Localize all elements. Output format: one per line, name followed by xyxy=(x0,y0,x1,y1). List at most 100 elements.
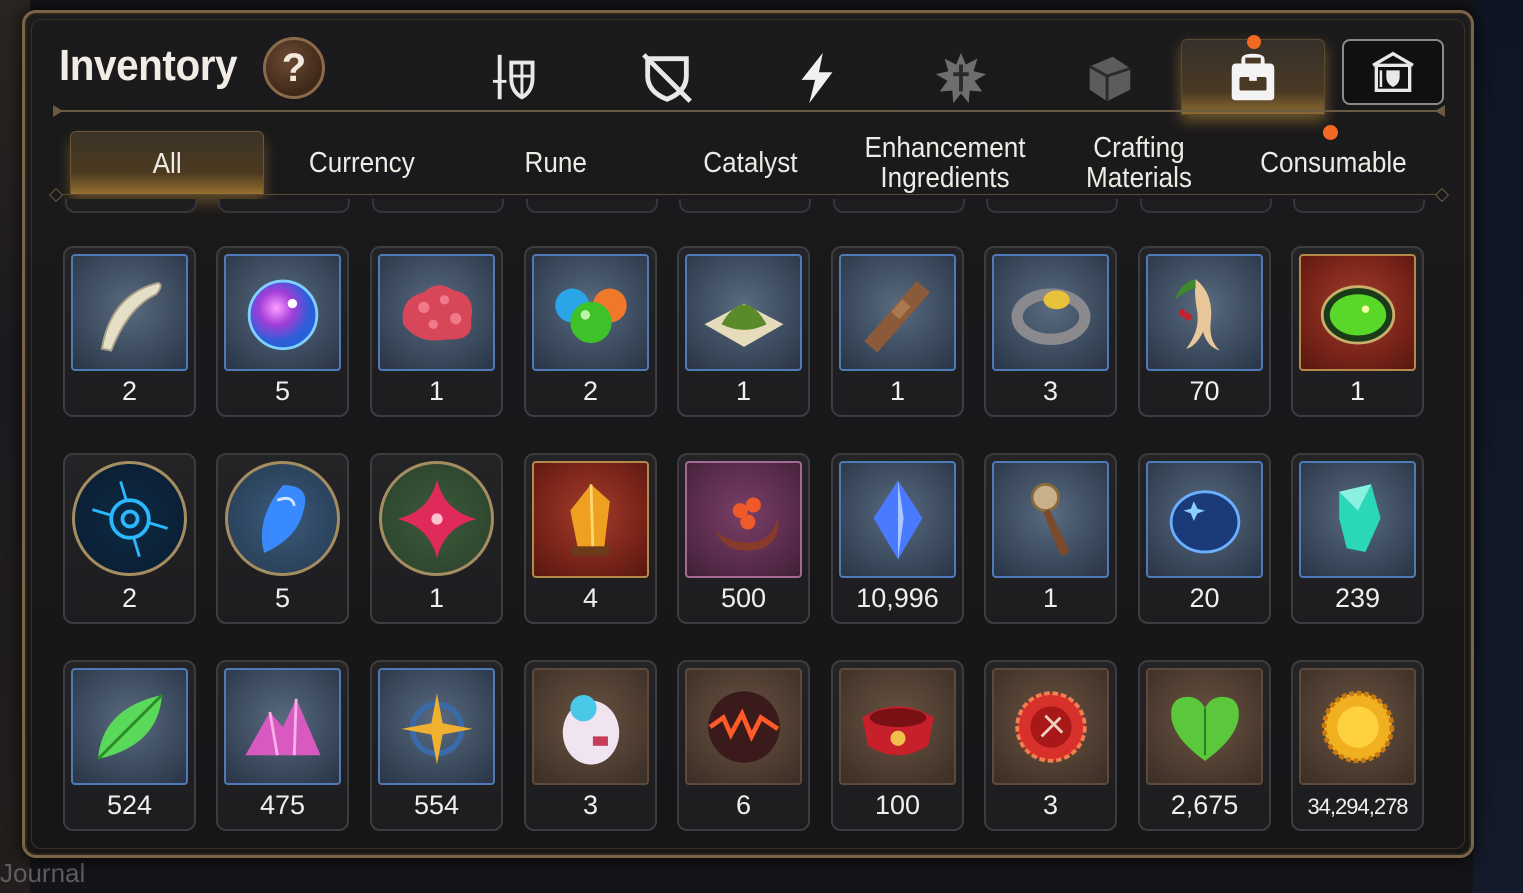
item-slot[interactable]: 5 xyxy=(216,453,349,624)
red-seal-icon xyxy=(1014,690,1087,763)
item-slot[interactable]: 239 xyxy=(1291,453,1424,624)
item-frame xyxy=(1299,254,1416,371)
item-slot[interactable]: 524 xyxy=(63,660,196,831)
item-slot[interactable]: 20 xyxy=(1138,453,1271,624)
item-frame xyxy=(1299,461,1416,578)
category-armory[interactable] xyxy=(1342,39,1444,105)
item-slot[interactable]: 5 xyxy=(216,246,349,417)
backpack-icon xyxy=(1231,53,1275,101)
item-count: 239 xyxy=(1334,583,1381,613)
item-count: 10,996 xyxy=(856,583,939,613)
item-slot[interactable]: 4 xyxy=(524,453,657,624)
item-frame xyxy=(71,254,188,371)
tab-crafting-materials[interactable]: Crafting Materials xyxy=(1059,131,1219,195)
item-count: 1 xyxy=(428,583,445,613)
cutoff-item xyxy=(1293,199,1425,213)
tab-catalyst[interactable]: Catalyst xyxy=(655,131,845,195)
cutoff-item xyxy=(986,199,1118,213)
compass-dagger-icon xyxy=(1030,482,1070,556)
cutoff-item xyxy=(1140,199,1272,213)
item-count: 100 xyxy=(874,790,921,820)
item-frame xyxy=(72,461,187,576)
green-powder-icon xyxy=(704,303,783,347)
tab-currency[interactable]: Currency xyxy=(267,131,457,195)
cutoff-item xyxy=(679,199,811,213)
slime-orbs-icon xyxy=(554,288,627,343)
item-count: 34,294,278 xyxy=(1307,794,1408,819)
ginseng-root-icon xyxy=(1174,278,1220,351)
tab-consumable[interactable]: Consumable xyxy=(1235,131,1431,195)
item-slot[interactable]: 3 xyxy=(984,246,1117,417)
tab-rune[interactable]: Rune xyxy=(461,131,651,195)
item-count: 524 xyxy=(106,790,153,820)
cube-icon xyxy=(1088,56,1131,102)
blue-diamond-icon xyxy=(873,480,922,559)
blue-crystal-shard-icon xyxy=(261,484,305,553)
item-slot[interactable]: 1 xyxy=(370,453,503,624)
item-frame xyxy=(1146,461,1263,578)
item-slot[interactable]: 34,294,278 xyxy=(1291,660,1424,831)
item-count: 1 xyxy=(1042,583,1059,613)
item-count: 2 xyxy=(121,376,138,406)
splat-cross-icon xyxy=(935,52,987,104)
item-frame xyxy=(839,668,956,785)
item-count: 3 xyxy=(1042,376,1059,406)
item-slot[interactable]: 1 xyxy=(984,453,1117,624)
item-slot[interactable]: 70 xyxy=(1138,246,1271,417)
background-right-edge xyxy=(1473,0,1523,893)
tab-all[interactable]: All xyxy=(70,131,264,195)
item-slot[interactable]: 1 xyxy=(831,246,964,417)
category-skill[interactable] xyxy=(777,41,857,115)
category-defense[interactable] xyxy=(627,41,707,115)
item-slot[interactable]: 500 xyxy=(677,453,810,624)
item-slot[interactable]: 3 xyxy=(524,660,657,831)
item-slot[interactable]: 2 xyxy=(63,246,196,417)
item-slot[interactable]: 1 xyxy=(677,246,810,417)
category-weapon-armor[interactable] xyxy=(479,41,559,115)
item-frame xyxy=(71,668,188,785)
item-slot[interactable]: 2,675 xyxy=(1138,660,1271,831)
item-frame xyxy=(378,668,495,785)
item-frame xyxy=(379,461,494,576)
item-count: 4 xyxy=(582,583,599,613)
item-slot[interactable]: 2 xyxy=(63,453,196,624)
item-frame xyxy=(532,254,649,371)
no-shield-icon xyxy=(642,53,692,103)
item-slot[interactable]: 554 xyxy=(370,660,503,831)
leather-strap-icon xyxy=(863,280,930,352)
inventory-notification-dot xyxy=(1247,35,1261,49)
category-special[interactable] xyxy=(921,41,1001,115)
item-frame xyxy=(685,461,802,578)
gold-coin-icon xyxy=(1321,690,1394,763)
item-frame xyxy=(839,254,956,371)
tabs-divider xyxy=(55,194,1443,195)
robot-egg-icon xyxy=(562,694,619,765)
item-frame xyxy=(992,668,1109,785)
item-slot[interactable]: 1 xyxy=(1291,246,1424,417)
item-slot[interactable]: 6 xyxy=(677,660,810,831)
cutoff-item xyxy=(65,199,197,213)
cutoff-item xyxy=(372,199,504,213)
inventory-window: Inventory ? All Currency Rune Catalyst E… xyxy=(22,10,1474,858)
item-frame xyxy=(1299,668,1416,785)
item-count: 5 xyxy=(274,583,291,613)
item-slot[interactable]: 2 xyxy=(524,246,657,417)
item-count: 70 xyxy=(1189,376,1220,406)
item-count: 1 xyxy=(428,376,445,406)
armory-shop-icon xyxy=(1372,51,1414,93)
help-button[interactable]: ? xyxy=(263,37,325,99)
item-slot[interactable]: 1 xyxy=(370,246,503,417)
category-inventory[interactable] xyxy=(1181,39,1325,115)
cutoff-item xyxy=(833,199,965,213)
item-frame xyxy=(225,461,340,576)
category-box[interactable] xyxy=(1069,41,1149,115)
item-slot[interactable]: 3 xyxy=(984,660,1117,831)
item-slot[interactable]: 475 xyxy=(216,660,349,831)
header-divider xyxy=(53,105,1445,117)
item-count: 554 xyxy=(413,790,460,820)
item-frame xyxy=(685,668,802,785)
red-blob-icon xyxy=(402,284,472,341)
item-slot[interactable]: 100 xyxy=(831,660,964,831)
tab-enhancement-ingredients[interactable]: Enhancement Ingredients xyxy=(845,131,1045,195)
item-slot[interactable]: 10,996 xyxy=(831,453,964,624)
